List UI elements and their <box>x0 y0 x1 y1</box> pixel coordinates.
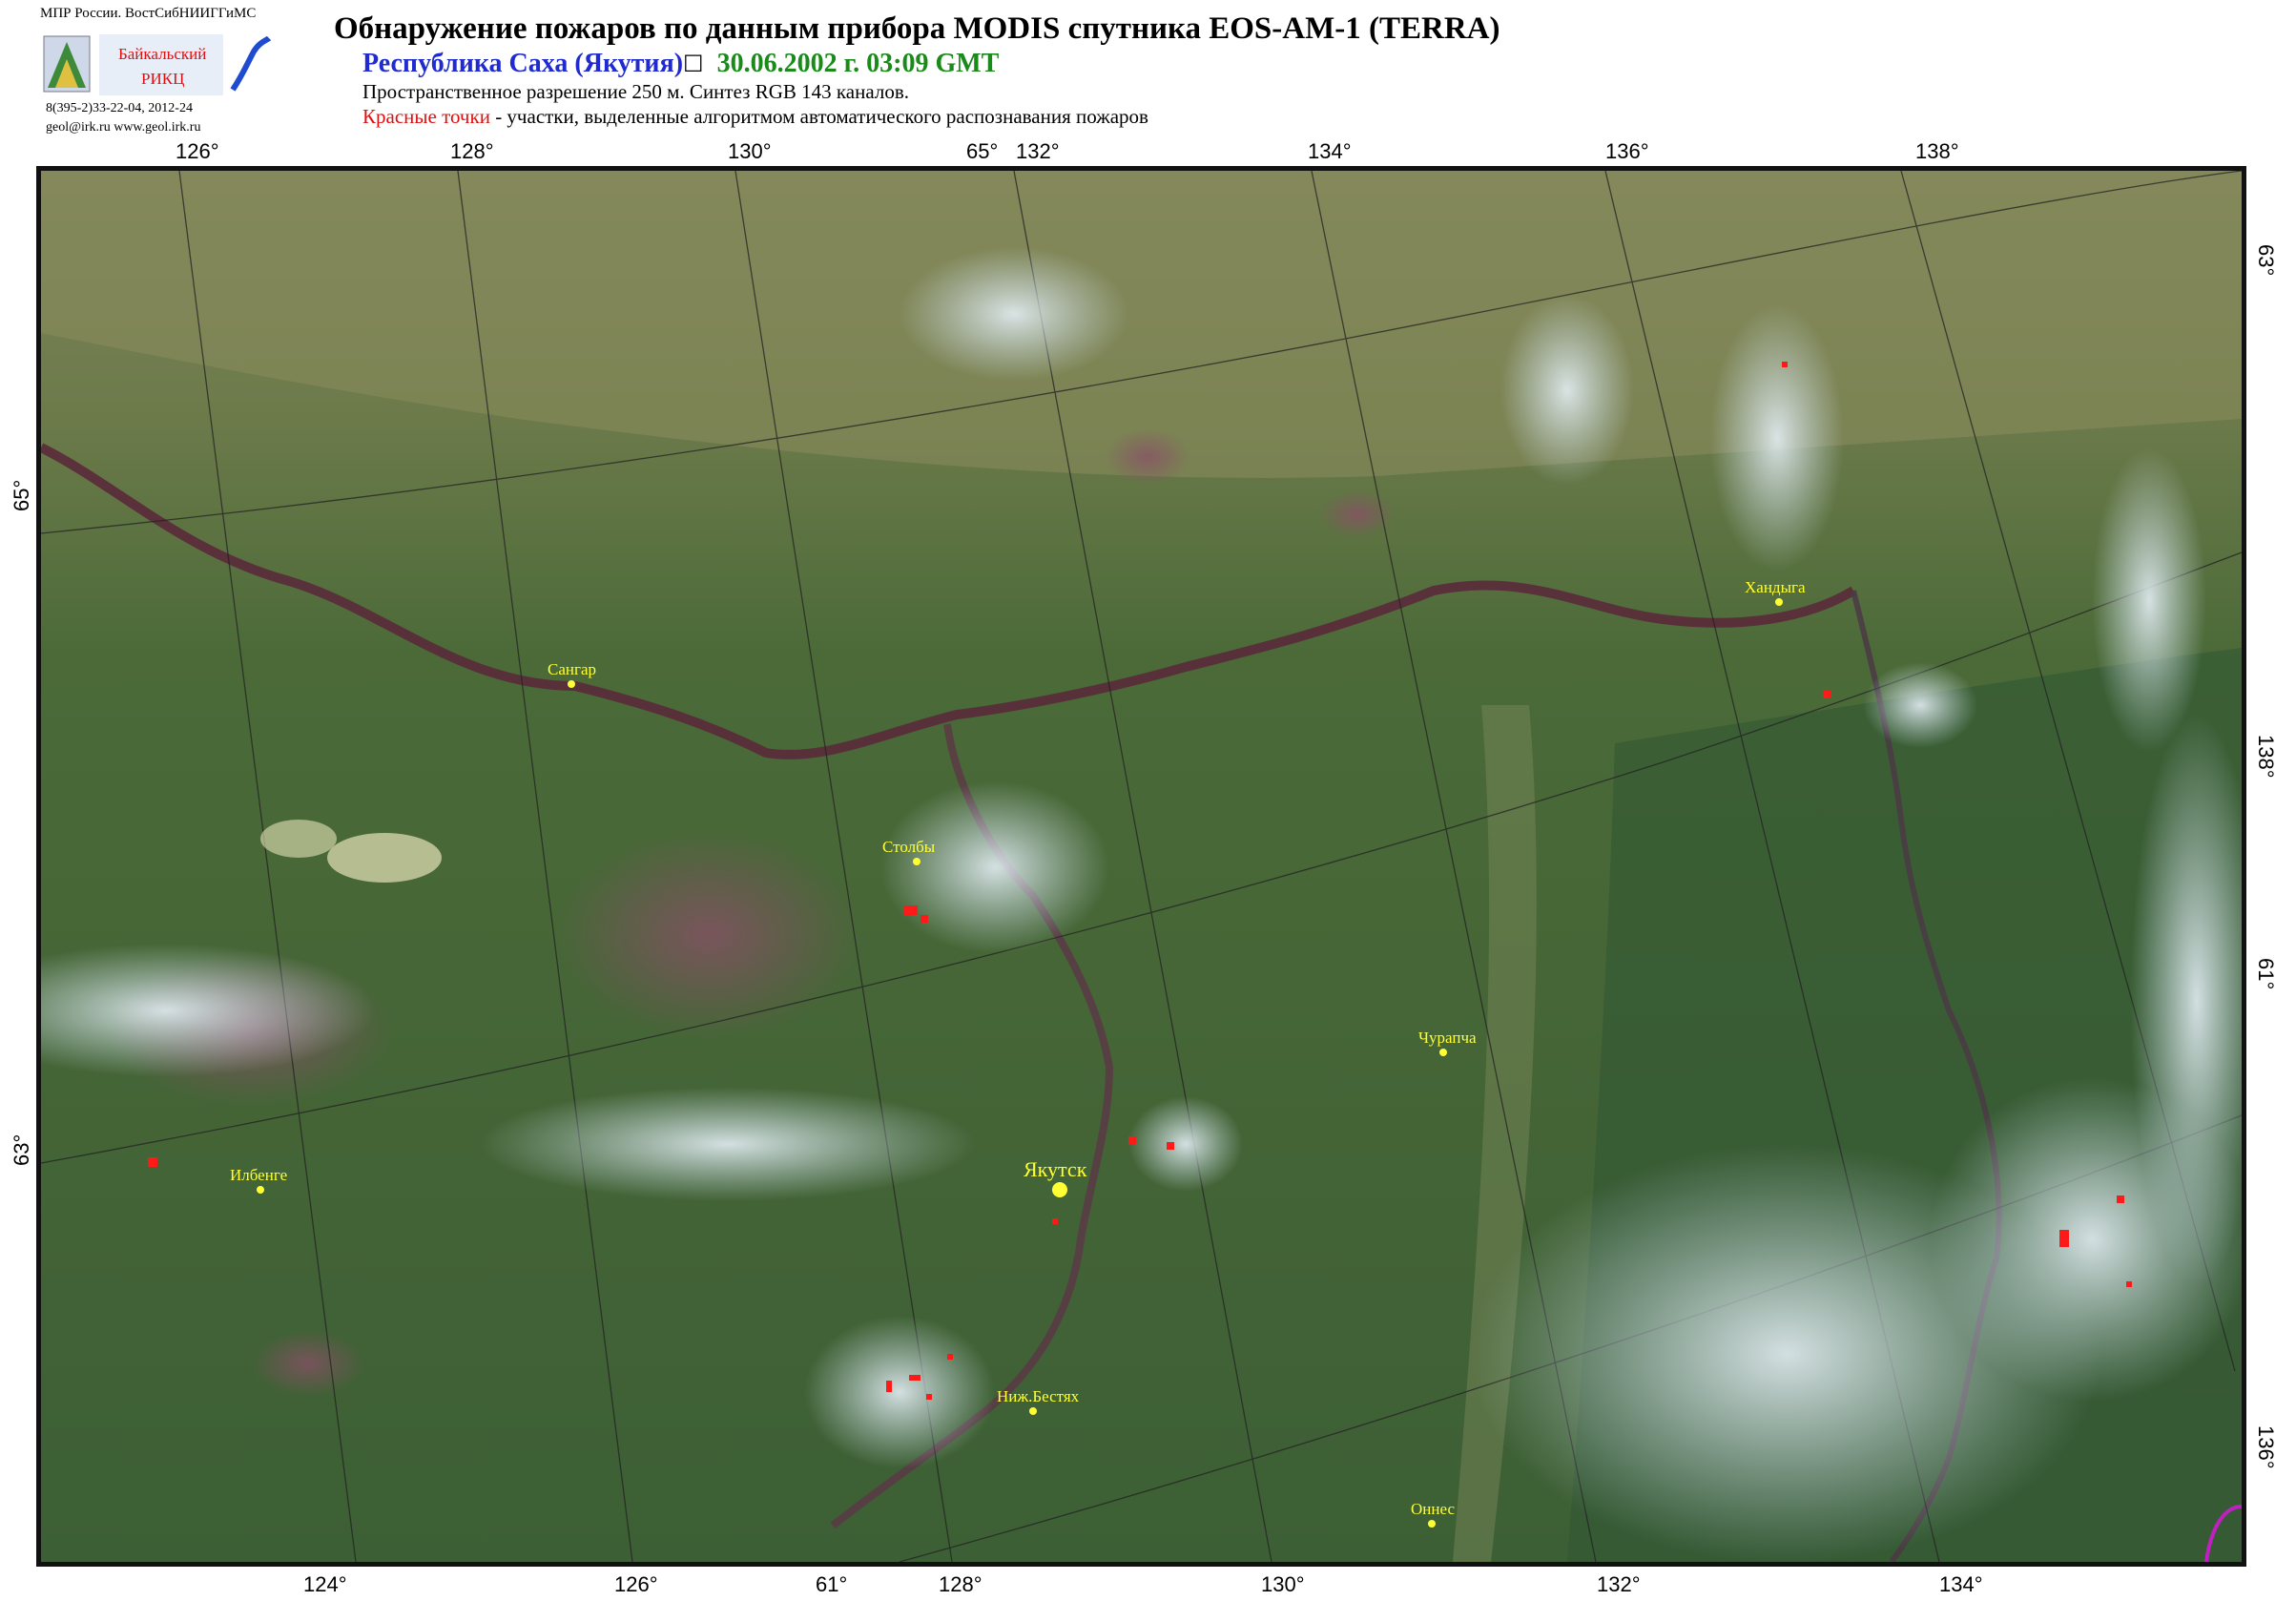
organization-label: МПР России. ВостСибНИИГГиМС <box>40 6 257 21</box>
town-stolby-label: Столбы <box>882 838 936 856</box>
smoke-plume <box>480 1087 976 1201</box>
tick-top-7: 136° <box>1605 139 1649 163</box>
tick-bottom-2: 126° <box>614 1572 658 1596</box>
tick-top-5: 132° <box>1016 139 1060 163</box>
burn-scar <box>1319 490 1396 538</box>
tick-top-1: 126° <box>176 139 219 163</box>
fire-point <box>926 1394 932 1400</box>
smoke-plume <box>804 1316 995 1468</box>
fire-point <box>148 1157 157 1167</box>
tick-right-3: 61° <box>2254 958 2278 990</box>
tick-left-2: 63° <box>10 1133 33 1166</box>
fire-point <box>909 1375 920 1381</box>
contacts-block: 8(395-2)33-22-04, 2012-24 geol@irk.ru ww… <box>46 99 200 137</box>
tick-right-2: 138° <box>2254 735 2278 779</box>
map-title: Обнаружение пожаров по данным прибора MO… <box>334 11 1500 46</box>
satellite-map[interactable]: Сангар Хандыга Столбы Чурапча Якутск Илб… <box>36 166 2246 1567</box>
tick-bottom-5: 130° <box>1261 1572 1305 1596</box>
town-yakutsk-label: Якутск <box>1024 1157 1087 1181</box>
fire-point <box>1782 362 1788 367</box>
town-nizh-bestyakh-label: Ниж.Бестях <box>997 1387 1080 1405</box>
town-khandyga-label: Хандыга <box>1745 578 1806 596</box>
phone-label: 8(395-2)33-22-04, 2012-24 <box>46 101 193 115</box>
fire-point <box>947 1354 953 1360</box>
smoke-plume <box>2092 447 2206 753</box>
satellite-image: Сангар Хандыга Столбы Чурапча Якутск Илб… <box>41 171 2242 1562</box>
town-dot <box>913 858 920 865</box>
fire-point <box>1052 1218 1058 1224</box>
town-dot <box>1428 1520 1436 1528</box>
fire-point <box>1167 1142 1174 1150</box>
town-dot <box>1439 1049 1447 1056</box>
smoke-plume <box>1710 304 1844 572</box>
contact-links: geol@irk.ru www.geol.irk.ru <box>46 120 201 135</box>
town-dot <box>257 1186 264 1194</box>
baikal-rikc-logo: Байкальский РИКЦ <box>42 32 272 97</box>
tick-top-4: 65° <box>966 139 999 163</box>
town-sangar-label: Сангар <box>548 660 596 678</box>
tick-bottom-1: 124° <box>303 1572 347 1596</box>
tick-bottom-3: 61° <box>816 1572 848 1596</box>
fire-point <box>2126 1281 2132 1287</box>
legend-description: - участки, выделенные алгоритмом автомат… <box>489 105 1148 128</box>
burn-scar <box>556 829 861 1039</box>
legend-line: Красные точки - участки, выделенные алго… <box>362 105 1148 129</box>
smoke-plume <box>880 781 1109 953</box>
fire-point <box>904 905 918 915</box>
tick-top-2: 128° <box>450 139 494 163</box>
region-name: Республика Саха (Якутия) <box>362 49 684 78</box>
pale-patch <box>260 820 337 858</box>
tick-top-6: 134° <box>1308 139 1352 163</box>
logo-text-2: РИКЦ <box>141 70 184 88</box>
legend-red-points: Красные точки <box>362 105 490 128</box>
logo-text-1: Байкальский <box>118 45 206 63</box>
fire-point <box>2117 1196 2124 1203</box>
tick-bottom-7: 134° <box>1939 1572 1983 1596</box>
tick-bottom-6: 132° <box>1597 1572 1641 1596</box>
smoke-plume <box>1500 295 1634 486</box>
tick-right-4: 136° <box>2254 1425 2278 1469</box>
acquisition-datetime: 30.06.2002 г. 03:09 GMT <box>716 49 1000 78</box>
tick-top-3: 130° <box>728 139 772 163</box>
smoke-plume <box>1128 1096 1243 1192</box>
region-line: Республика Саха (Якутия)☐ 30.06.2002 г. 0… <box>362 49 1000 78</box>
tick-top-8: 138° <box>1915 139 1959 163</box>
town-churapcha-label: Чурапча <box>1418 1029 1477 1047</box>
town-dot <box>1052 1182 1067 1197</box>
town-dot <box>568 680 575 688</box>
fire-point <box>1128 1136 1136 1144</box>
tick-right-1: 63° <box>2254 244 2278 277</box>
fire-point <box>1823 691 1831 698</box>
town-ilbenge-label: Илбенге <box>230 1166 287 1184</box>
burn-scar <box>1105 428 1190 486</box>
town-dot <box>1775 598 1783 606</box>
resolution-note: Пространственное разрешение 250 м. Синте… <box>362 80 909 103</box>
tick-left-1: 65° <box>10 479 33 511</box>
tick-bottom-4: 128° <box>939 1572 983 1596</box>
smoke-plume <box>1863 662 1977 748</box>
pale-patch <box>327 833 442 883</box>
town-onnes-label: Оннес <box>1411 1500 1455 1518</box>
burn-scar <box>251 1330 365 1397</box>
fire-point <box>2059 1230 2069 1247</box>
town-dot <box>1029 1407 1037 1415</box>
fire-point <box>886 1381 892 1392</box>
fire-point <box>920 915 928 923</box>
smoke-plume <box>900 247 1128 381</box>
